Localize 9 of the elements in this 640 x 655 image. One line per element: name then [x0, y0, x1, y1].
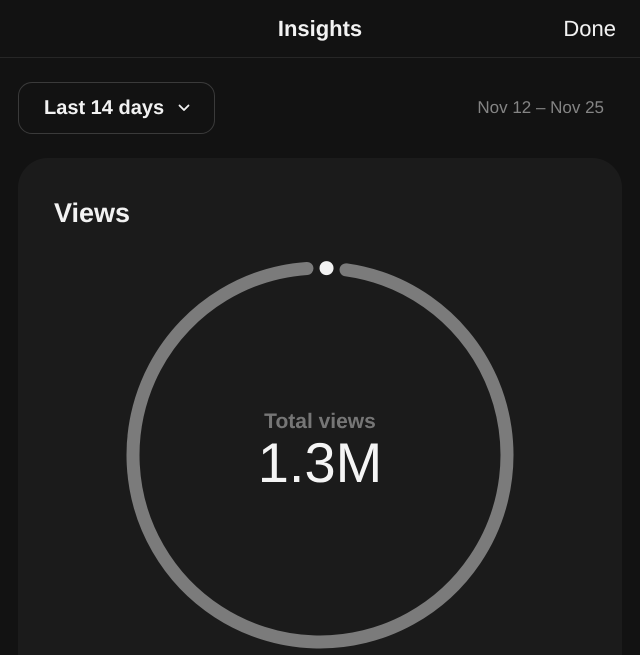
- total-views-value: 1.3M: [258, 434, 382, 492]
- dot-icon: [320, 261, 334, 276]
- card-title: Views: [54, 198, 132, 229]
- chevron-down-icon: [178, 104, 190, 112]
- total-views-label: Total views: [264, 410, 376, 434]
- date-range-dropdown[interactable]: Last 14 days: [18, 82, 216, 134]
- date-range-text: Nov 12 – Nov 25: [477, 98, 604, 118]
- done-button[interactable]: Done: [563, 16, 616, 42]
- screen-title: Insights: [278, 16, 362, 42]
